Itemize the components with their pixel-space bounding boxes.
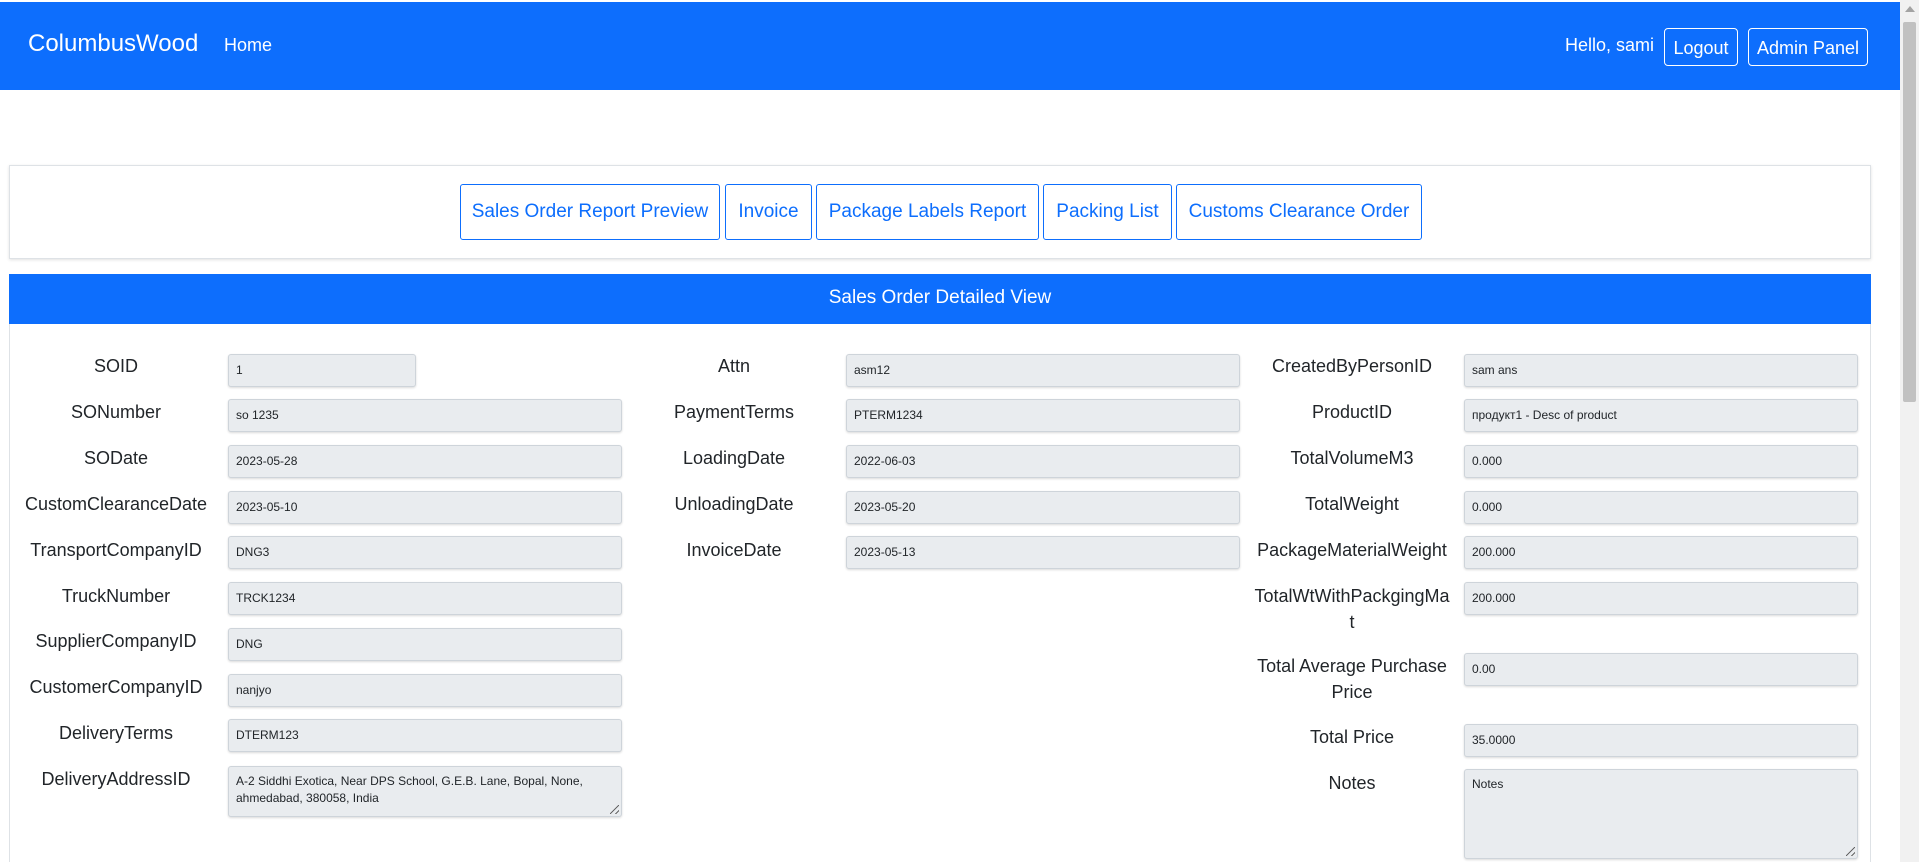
sonumber-label: SONumber: [70, 402, 162, 422]
nav-home-link[interactable]: Home: [224, 35, 272, 56]
packing-list-button[interactable]: Packing List: [1043, 184, 1172, 240]
sodate-field[interactable]: 2023-05-28: [228, 445, 622, 478]
package-labels-report-button[interactable]: Package Labels Report: [816, 184, 1039, 240]
invoicedate-field[interactable]: 2023-05-13: [846, 536, 1240, 569]
productid-label: ProductID: [1311, 402, 1393, 422]
totalprice-label: Total Price: [1309, 727, 1395, 747]
invoice-button[interactable]: Invoice: [725, 184, 812, 240]
productid-field[interactable]: продукт1 - Desc of product: [1464, 399, 1858, 432]
createdbypersonid-field[interactable]: sam ans: [1464, 354, 1858, 387]
deliveryaddressid-label: DeliveryAddressID: [41, 769, 191, 789]
totalaveragepurchaseprice-label: Total Average Purchase Price: [1257, 656, 1447, 702]
deliveryaddressid-text: A-2 Siddhi Exotica, Near DPS School, G.E…: [236, 774, 583, 805]
resize-handle-icon[interactable]: [610, 805, 619, 814]
packagematerialweight-label: PackageMaterialWeight: [1257, 540, 1447, 560]
deliveryterms-label: DeliveryTerms: [58, 723, 173, 743]
totalprice-field[interactable]: 35.0000: [1464, 724, 1858, 757]
trucknumber-label: TruckNumber: [61, 586, 171, 606]
logout-button[interactable]: Logout: [1664, 28, 1738, 66]
suppliercompanyid-field[interactable]: DNG: [228, 628, 622, 661]
customercompanyid-label: CustomerCompanyID: [29, 677, 203, 697]
transportcompanyid-field[interactable]: DNG3: [228, 536, 622, 569]
sonumber-field[interactable]: so 1235: [228, 399, 622, 432]
top-navbar: ColumbusWood Home Hello, sami Logout Adm…: [0, 2, 1900, 90]
attn-label: Attn: [717, 356, 751, 376]
customclearancedate-field[interactable]: 2023-05-10: [228, 491, 622, 524]
unloadingdate-label: UnloadingDate: [674, 494, 794, 514]
notes-label: Notes: [1328, 773, 1376, 793]
resize-handle-icon[interactable]: [1846, 847, 1855, 856]
totalwtwithpackgingmat-field[interactable]: 200.000: [1464, 582, 1858, 615]
totalweight-label: TotalWeight: [1305, 494, 1399, 514]
brand-logo[interactable]: ColumbusWood: [28, 30, 198, 58]
totalvolumem3-label: TotalVolumeM3: [1290, 448, 1414, 468]
totalwtwithpackgingmat-label: TotalWtWithPackgingMat: [1254, 586, 1450, 632]
loadingdate-field[interactable]: 2022-06-03: [846, 445, 1240, 478]
sodate-label: SODate: [83, 448, 149, 468]
trucknumber-field[interactable]: TRCK1234: [228, 582, 622, 615]
scrollbar-thumb[interactable]: [1903, 22, 1916, 402]
packagematerialweight-field[interactable]: 200.000: [1464, 536, 1858, 569]
admin-panel-button[interactable]: Admin Panel: [1748, 28, 1868, 66]
loadingdate-label: LoadingDate: [682, 448, 786, 468]
user-greeting: Hello, sami: [1565, 35, 1655, 55]
totalaveragepurchaseprice-field[interactable]: 0.00: [1464, 653, 1858, 686]
paymentterms-field[interactable]: PTERM1234: [846, 399, 1240, 432]
deliveryterms-field[interactable]: DTERM123: [228, 719, 622, 752]
createdbypersonid-label: CreatedByPersonID: [1271, 356, 1433, 376]
notes-text: Notes: [1472, 777, 1504, 791]
soid-label: SOID: [93, 356, 138, 376]
paymentterms-label: PaymentTerms: [673, 402, 795, 422]
scroll-up-arrow-icon[interactable]: [1905, 6, 1915, 12]
unloadingdate-field[interactable]: 2023-05-20: [846, 491, 1240, 524]
soid-field[interactable]: 1: [228, 354, 416, 387]
transportcompanyid-label: TransportCompanyID: [30, 540, 202, 560]
sales-order-report-preview-button[interactable]: Sales Order Report Preview: [460, 184, 720, 240]
attn-field[interactable]: asm12: [846, 354, 1240, 387]
customs-clearance-order-button[interactable]: Customs Clearance Order: [1176, 184, 1422, 240]
totalvolumem3-field[interactable]: 0.000: [1464, 445, 1858, 478]
invoicedate-label: InvoiceDate: [686, 540, 782, 560]
customercompanyid-field[interactable]: nanjyo: [228, 674, 622, 707]
customclearancedate-label: CustomClearanceDate: [24, 494, 208, 514]
totalweight-field[interactable]: 0.000: [1464, 491, 1858, 524]
notes-textarea[interactable]: Notes: [1464, 769, 1858, 859]
suppliercompanyid-label: SupplierCompanyID: [35, 631, 197, 651]
deliveryaddressid-textarea[interactable]: A-2 Siddhi Exotica, Near DPS School, G.E…: [228, 766, 622, 817]
card-title: Sales Order Detailed View: [9, 274, 1871, 324]
